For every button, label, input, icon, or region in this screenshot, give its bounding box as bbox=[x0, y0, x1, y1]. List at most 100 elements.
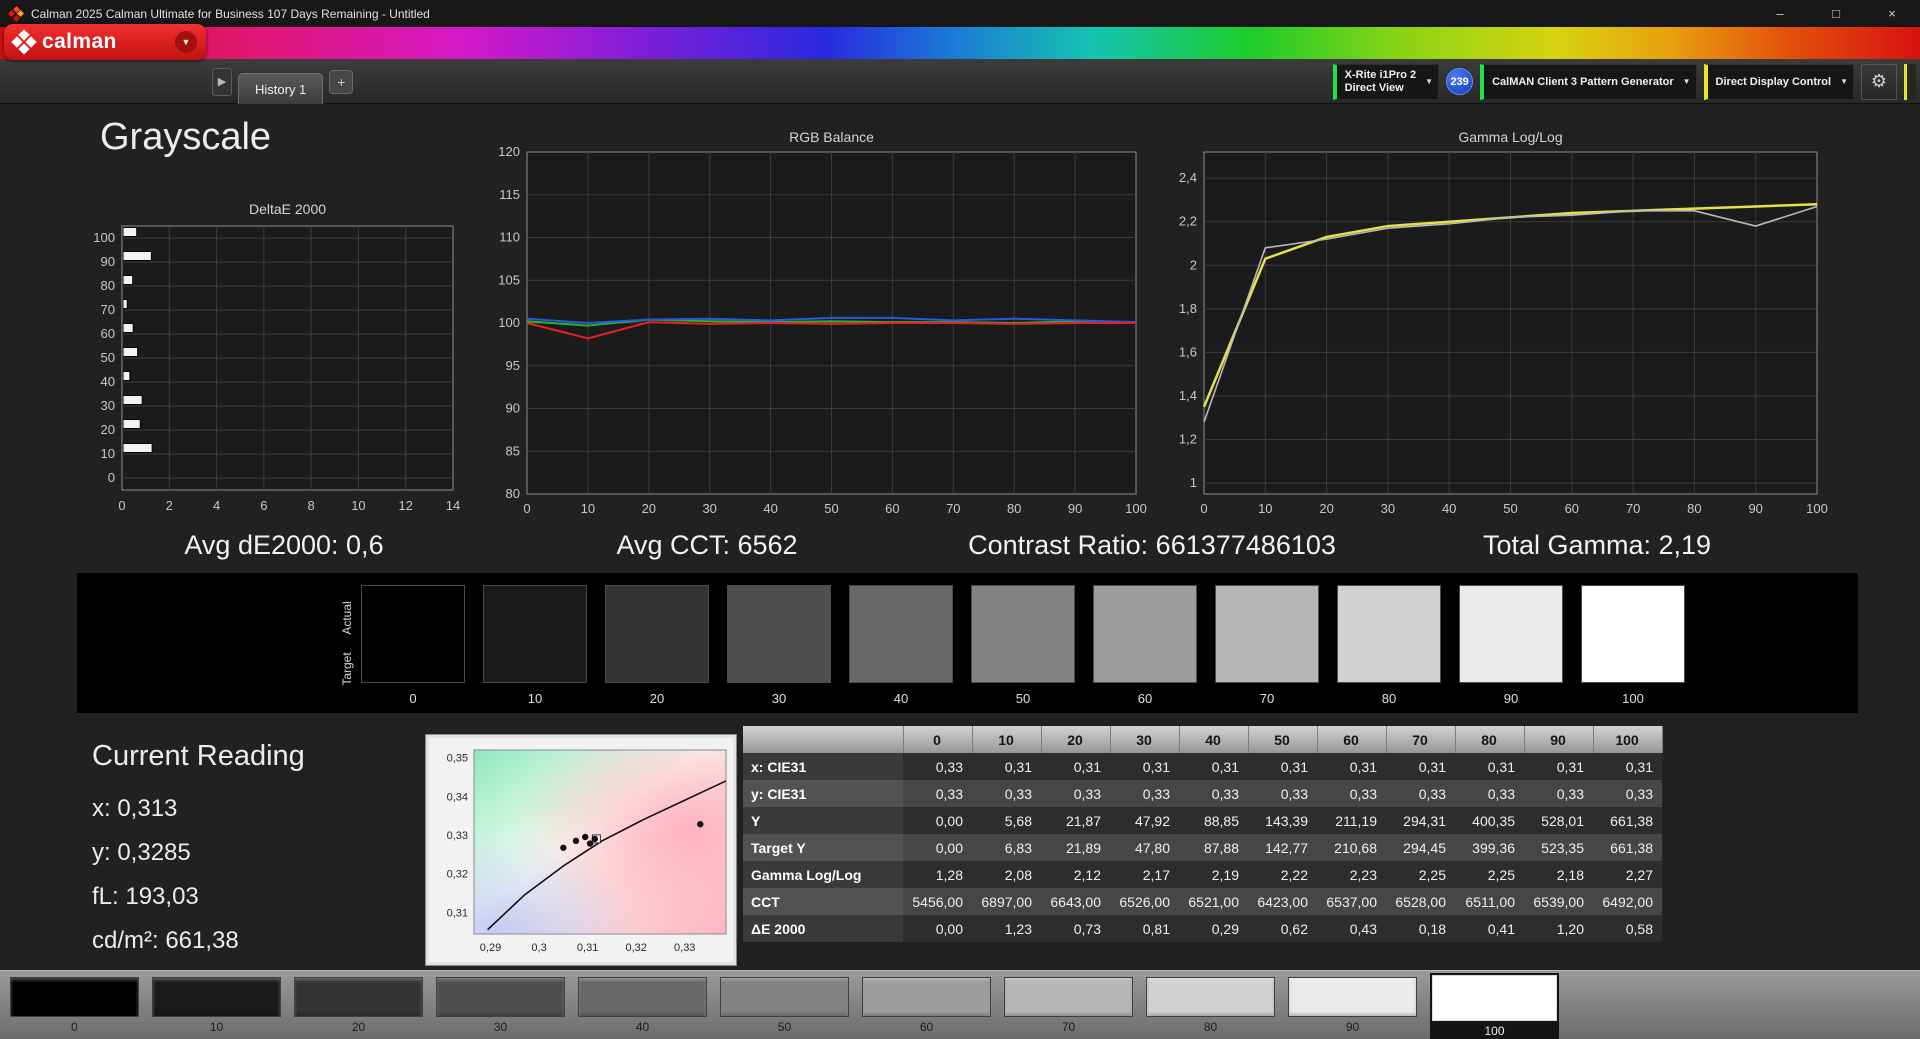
pattern-level-label: 80 bbox=[1203, 1020, 1218, 1034]
measurement-count-badge[interactable]: 239 bbox=[1446, 68, 1474, 95]
grayscale-swatch: 70 bbox=[1215, 585, 1319, 706]
maximize-button[interactable]: □ bbox=[1808, 0, 1864, 27]
table-cell: 0,31 bbox=[1041, 753, 1110, 780]
table-cell: 0,33 bbox=[1110, 780, 1179, 807]
table-cell: 0,31 bbox=[1593, 753, 1662, 780]
pattern-level-label: 20 bbox=[351, 1020, 366, 1034]
table-cell: 0,33 bbox=[1248, 780, 1317, 807]
deltae-bar bbox=[122, 299, 128, 309]
tab-history-1[interactable]: History 1 bbox=[238, 73, 324, 104]
table-cell: 0,31 bbox=[1110, 753, 1179, 780]
table-cell: 0,33 bbox=[1455, 780, 1524, 807]
table-cell: 6537,00 bbox=[1317, 888, 1386, 915]
display-control-label: Direct Display Control bbox=[1715, 75, 1832, 88]
pattern-level-button[interactable]: 10 bbox=[152, 977, 281, 1034]
side-panel-toggle[interactable] bbox=[1904, 63, 1916, 100]
table-cell: 2,27 bbox=[1593, 861, 1662, 888]
ytick-label: 2 bbox=[1190, 257, 1197, 272]
pattern-swatch bbox=[152, 977, 281, 1017]
table-cell: 0,58 bbox=[1593, 915, 1662, 942]
ytick-label: 100 bbox=[498, 315, 520, 330]
deltae-xtick-label: 10 bbox=[351, 498, 365, 513]
ytick-label: 90 bbox=[506, 401, 520, 416]
stat-avg-cct: Avg CCT: 6562 bbox=[616, 530, 798, 560]
pattern-level-button[interactable]: 20 bbox=[294, 977, 423, 1034]
table-row: y: CIE31 0,33 0,33 0,33 0,33 0,33 0,33 0,33 0,33… bbox=[743, 780, 1662, 807]
pattern-generator-dropdown[interactable]: CalMAN Client 3 Pattern Generator ▼ bbox=[1480, 63, 1697, 100]
deltae-bar bbox=[122, 251, 152, 261]
deltae-bar bbox=[122, 227, 138, 237]
add-page-button[interactable]: + bbox=[329, 69, 354, 94]
calman-logo-icon bbox=[11, 29, 37, 55]
tab-scroll-button[interactable]: ▶ bbox=[212, 67, 232, 96]
calman-menu-button[interactable]: calman ▼ bbox=[4, 24, 206, 60]
deltae-ytick-label: 50 bbox=[101, 350, 115, 365]
table-cell: 21,87 bbox=[1041, 807, 1110, 834]
pattern-level-button[interactable]: 50 bbox=[720, 977, 849, 1034]
cie-xtick-label: 0,33 bbox=[674, 942, 695, 954]
rgb-balance-chart: RGB Balance 80 85 90 95 100 105 110 115 120 0 10 20… bbox=[480, 128, 1150, 525]
table-cell: 6492,00 bbox=[1593, 888, 1662, 915]
table-cell: 0,31 bbox=[1248, 753, 1317, 780]
measurement-point bbox=[586, 840, 594, 847]
display-control-dropdown[interactable]: Direct Display Control ▼ bbox=[1703, 63, 1854, 100]
pattern-level-button[interactable]: 60 bbox=[862, 977, 991, 1034]
gamma-chart-svg: 1 1,2 1,4 1,6 1,8 2 2,2 2,4 0 10 20 30 40 50 60 70 80 90 1… bbox=[1179, 151, 1828, 516]
table-row-label: Gamma Log/Log bbox=[743, 861, 903, 888]
table-row-label: CCT bbox=[743, 888, 903, 915]
grayscale-swatch-strip: Actual Target 0 10 20 30 40 50 60 70 80 90 100 bbox=[77, 573, 1858, 713]
pattern-level-button[interactable]: 0 bbox=[10, 977, 139, 1034]
minimize-button[interactable]: – bbox=[1752, 0, 1808, 27]
table-cell: 0,33 bbox=[903, 780, 972, 807]
table-cell: 2,22 bbox=[1248, 861, 1317, 888]
pattern-swatch bbox=[578, 977, 707, 1017]
settings-button[interactable]: ⚙ bbox=[1861, 63, 1897, 100]
deltae-xtick-label: 2 bbox=[166, 498, 173, 513]
brand-menu-arrow[interactable]: ▼ bbox=[175, 31, 197, 53]
deltae-bar bbox=[122, 347, 139, 357]
table-col-header: 20 bbox=[1041, 726, 1111, 753]
grayscale-swatch: 90 bbox=[1459, 585, 1563, 706]
pattern-swatch bbox=[1432, 975, 1557, 1021]
deltae-xtick-label: 12 bbox=[398, 498, 412, 513]
patch-row: 0 10 20 30 40 50 60 70 80 90 100 bbox=[10, 973, 1559, 1039]
meter-dropdown[interactable]: X-Rite i1Pro 2 Direct View ▼ bbox=[1332, 63, 1440, 100]
pattern-level-button[interactable]: 100 bbox=[1430, 973, 1559, 1039]
pattern-level-button[interactable]: 80 bbox=[1146, 977, 1275, 1034]
ytick-label: 1,6 bbox=[1179, 344, 1197, 359]
pattern-swatch bbox=[1146, 977, 1275, 1017]
xtick-label: 80 bbox=[1007, 501, 1021, 516]
grayscale-swatch: 20 bbox=[605, 585, 709, 706]
rgb-chart-svg: 80 85 90 95 100 105 110 115 120 0 10 20 30 40 50 60 70 80… bbox=[498, 144, 1147, 516]
table-cell: 0,31 bbox=[1179, 753, 1248, 780]
table-cell: 6897,00 bbox=[972, 888, 1041, 915]
table-cell: 0,18 bbox=[1386, 915, 1455, 942]
stat-total-gamma: Total Gamma: 2,19 bbox=[1482, 530, 1712, 560]
table-cell: 5456,00 bbox=[903, 888, 972, 915]
pattern-level-button[interactable]: 30 bbox=[436, 977, 565, 1034]
xtick-label: 30 bbox=[1381, 501, 1395, 516]
cie-ytick-label: 0,31 bbox=[447, 907, 468, 919]
table-col-header: 100 bbox=[1593, 726, 1663, 753]
deltae-chart: DeltaE 2000 0 2 4 6 8 10 12 14 0 10 20 30 40 50 60 70 80… bbox=[75, 200, 475, 523]
pattern-generator-label: CalMAN Client 3 Pattern Generator bbox=[1492, 75, 1674, 88]
deltae-ytick-label: 80 bbox=[101, 278, 115, 293]
grayscale-swatch: 60 bbox=[1093, 585, 1197, 706]
table-cell: 0,33 bbox=[1317, 780, 1386, 807]
close-button[interactable]: × bbox=[1864, 0, 1920, 27]
xtick-label: 30 bbox=[702, 501, 716, 516]
table-cell: 0,33 bbox=[903, 753, 972, 780]
table-cell: 0,31 bbox=[1455, 753, 1524, 780]
swatch-patch bbox=[1093, 585, 1197, 683]
pattern-level-button[interactable]: 70 bbox=[1004, 977, 1133, 1034]
xtick-label: 60 bbox=[1565, 501, 1579, 516]
table-cell: 0,31 bbox=[1524, 753, 1593, 780]
pattern-level-button[interactable]: 40 bbox=[578, 977, 707, 1034]
pattern-level-button[interactable]: 90 bbox=[1288, 977, 1417, 1034]
table-row: Target Y 0,00 6,83 21,89 47,80 87,88 142,77 210… bbox=[743, 834, 1662, 861]
table-cell: 6526,00 bbox=[1110, 888, 1179, 915]
pattern-level-label: 90 bbox=[1345, 1020, 1360, 1034]
meter-mode: Direct View bbox=[1344, 81, 1404, 94]
table-row-label: Target Y bbox=[743, 834, 903, 861]
pattern-swatch bbox=[1288, 977, 1417, 1017]
